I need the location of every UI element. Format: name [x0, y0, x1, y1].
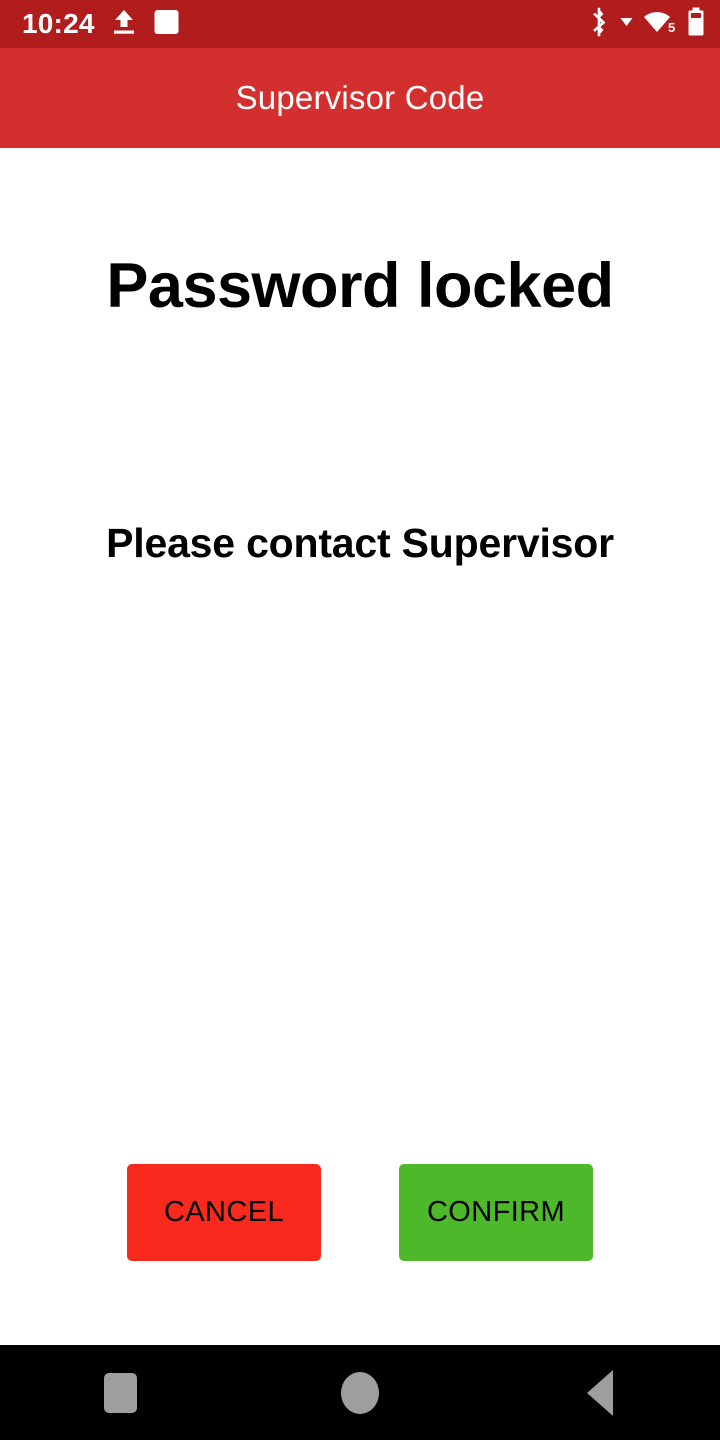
wifi-icon: 5: [643, 8, 677, 41]
app-bar: Supervisor Code: [0, 48, 720, 148]
square-icon: [103, 1372, 137, 1413]
chevron-down-icon: [619, 14, 634, 34]
status-bar-left-group: 10:24: [22, 8, 180, 41]
home-button[interactable]: [300, 1345, 420, 1440]
svg-text:5: 5: [668, 20, 675, 35]
status-bar: 10:24 5: [0, 0, 720, 48]
subline-message: Please contact Supervisor: [106, 520, 614, 566]
back-button[interactable]: [540, 1345, 660, 1440]
confirm-button[interactable]: CONFIRM: [399, 1164, 593, 1261]
battery-icon: [686, 7, 706, 42]
triangle-left-icon: [587, 1369, 613, 1416]
bluetooth-icon: [588, 7, 610, 42]
page-title: Supervisor Code: [235, 79, 485, 116]
headline-message: Password locked: [106, 251, 614, 321]
app-screen: 10:24 5 Supervisor Code Password locked …: [0, 0, 720, 1440]
status-bar-right-group: 5: [588, 7, 706, 42]
cancel-button[interactable]: CANCEL: [127, 1164, 321, 1261]
action-button-row: CANCEL CONFIRM: [0, 1164, 720, 1261]
main-content: Password locked Please contact Superviso…: [0, 148, 720, 1345]
android-navigation-bar: [0, 1345, 720, 1440]
upload-icon: [111, 8, 137, 41]
recents-button[interactable]: [60, 1345, 180, 1440]
status-clock: 10:24: [22, 8, 95, 39]
screen-record-icon: [153, 8, 180, 41]
circle-icon: [341, 1371, 379, 1414]
